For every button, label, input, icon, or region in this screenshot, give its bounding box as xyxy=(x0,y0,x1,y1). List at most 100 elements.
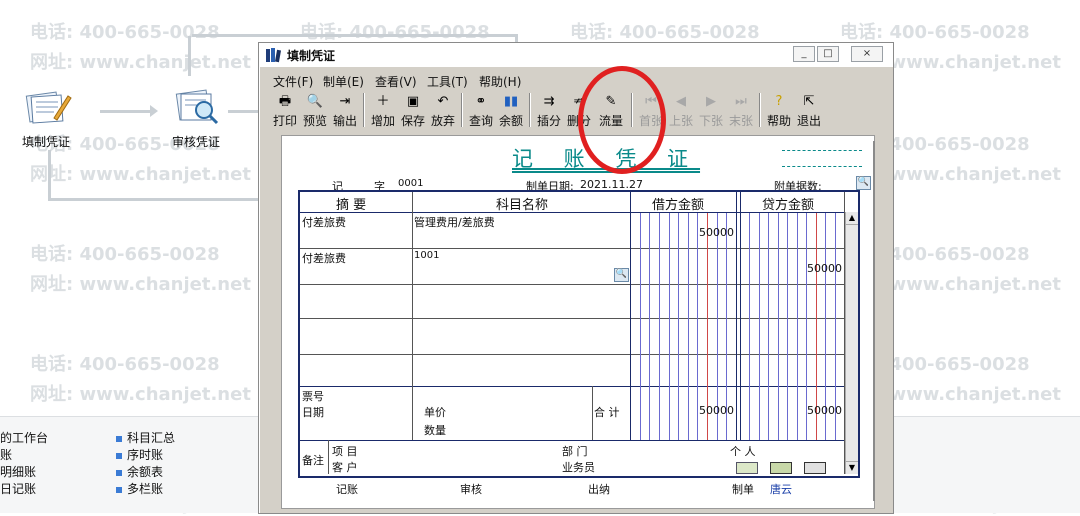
quantity-label: 数量 xyxy=(424,424,446,437)
nav-link-balance[interactable]: 余额表 xyxy=(116,463,163,480)
add-button[interactable]: ＋ 增加 xyxy=(369,91,397,129)
grid-line xyxy=(300,248,844,249)
menu-voucher[interactable]: 制单(E) xyxy=(323,73,364,90)
cashier-label: 出纳 xyxy=(588,483,610,496)
row1-account[interactable]: 管理费用/差旅费 xyxy=(414,214,495,230)
print-button[interactable]: 🖶 打印 xyxy=(271,91,299,129)
customer-label: 客 户 xyxy=(332,461,358,474)
export-button[interactable]: ⇥ 输出 xyxy=(331,91,359,129)
card-icon[interactable] xyxy=(770,462,792,474)
insert-row-button[interactable]: ⇉ 插分 xyxy=(535,91,563,129)
grid-line xyxy=(300,440,844,441)
individual-label: 个 人 xyxy=(730,445,756,458)
restore-button[interactable]: □ xyxy=(817,46,839,62)
nav-link-label: 余额表 xyxy=(127,465,164,479)
exit-icon: ⇱ xyxy=(803,94,815,109)
row1-debit[interactable]: 50000 xyxy=(680,226,734,239)
window-titlebar[interactable]: 填制凭证 _ □ × xyxy=(259,43,893,67)
digit-column-line xyxy=(749,213,751,440)
nav-link-workbench[interactable]: 的工作台 xyxy=(0,429,48,446)
grid-line xyxy=(740,192,741,440)
exit-button[interactable]: ⇱ 退出 xyxy=(795,91,823,129)
highlight-circle xyxy=(578,66,666,174)
discard-button[interactable]: ↶ 放弃 xyxy=(429,91,457,129)
save-button[interactable]: ▣ 保存 xyxy=(399,91,427,129)
ticket-date-label: 日期 xyxy=(302,406,324,419)
row2-credit[interactable]: 50000 xyxy=(788,262,842,275)
menu-bar: 文件(F) 制单(E) 查看(V) 工具(T) 帮助(H) xyxy=(265,71,885,89)
last-icon: ⏭ xyxy=(735,94,747,109)
nav-link-label: 序时账 xyxy=(127,448,164,462)
bullet-icon xyxy=(116,486,122,493)
attachments-lookup-icon[interactable]: 🔍 xyxy=(856,176,871,190)
header-account: 科目名称 xyxy=(496,198,549,213)
grid-line xyxy=(412,192,413,440)
toolbar-separator xyxy=(461,93,463,127)
voucher-entry-icon[interactable] xyxy=(24,88,72,128)
scroll-up-icon[interactable]: ▲ xyxy=(846,212,858,225)
digit-column-line xyxy=(758,213,760,440)
title-decoration xyxy=(782,150,862,151)
flow-connector xyxy=(192,34,518,37)
toolbar-label: 末张 xyxy=(728,114,753,128)
next-voucher-button[interactable]: ▶ 下张 xyxy=(697,91,725,129)
maker-name: 唐云 xyxy=(770,483,792,496)
watermark-site: 网址: www.chanjet.net xyxy=(30,274,251,295)
prev-voucher-button[interactable]: ◀ 上张 xyxy=(667,91,695,129)
vertical-scrollbar[interactable]: ▲ ▼ xyxy=(845,212,858,474)
nav-link-multi-column[interactable]: 多栏账 xyxy=(116,480,163,497)
nav-link-account-summary[interactable]: 科目汇总 xyxy=(116,429,175,446)
nav-link-detail-ledger[interactable]: 明细账 xyxy=(0,463,36,480)
watermark-phone: 电话: 400-665-0028 xyxy=(30,244,220,265)
watermark-phone: 电话: 400-665-0028 xyxy=(840,22,1030,43)
flow-step-entry[interactable]: 填制凭证 xyxy=(22,133,70,150)
row2-account[interactable]: 1001 xyxy=(414,250,439,261)
header-credit: 贷方金额 xyxy=(762,198,815,213)
nav-link-journal[interactable]: 日记账 xyxy=(0,480,36,497)
voucher-review-icon[interactable] xyxy=(172,86,220,126)
nav-link-chronological[interactable]: 序时账 xyxy=(116,446,163,463)
bookkeeping-label: 记账 xyxy=(336,483,358,496)
preview-icon: 🔍 xyxy=(306,94,324,109)
grid-line xyxy=(630,192,631,440)
nav-link-ledger[interactable]: 账 xyxy=(0,446,12,463)
menu-file[interactable]: 文件(F) xyxy=(273,73,313,90)
flow-connector xyxy=(48,150,51,200)
scroll-down-icon[interactable]: ▼ xyxy=(846,461,858,474)
prev-icon: ◀ xyxy=(676,94,686,109)
preview-button[interactable]: 🔍 预览 xyxy=(301,91,329,129)
watermark-site: 网址: www.chanjet.net xyxy=(30,52,251,73)
help-button[interactable]: ? 帮助 xyxy=(765,91,793,129)
toolbar-label: 下张 xyxy=(698,114,723,128)
flow-step-review[interactable]: 审核凭证 xyxy=(172,133,220,150)
query-button[interactable]: ⚭ 查询 xyxy=(467,91,495,129)
close-button[interactable]: × xyxy=(851,46,883,62)
export-icon: ⇥ xyxy=(339,94,351,109)
last-voucher-button[interactable]: ⏭ 末张 xyxy=(727,91,755,129)
flow-connector xyxy=(48,198,260,201)
card-icon[interactable] xyxy=(736,462,758,474)
balance-button[interactable]: ▮▮ 余额 xyxy=(497,91,525,129)
row2-summary[interactable]: 付差旅费 xyxy=(302,250,346,266)
toolbar-label: 增加 xyxy=(370,114,395,128)
bullet-icon xyxy=(116,452,122,459)
save-icon: ▣ xyxy=(406,94,420,109)
minimize-button[interactable]: _ xyxy=(793,46,815,62)
menu-help[interactable]: 帮助(H) xyxy=(479,73,521,90)
department-label: 部 门 xyxy=(562,445,588,458)
card-icon[interactable] xyxy=(804,462,826,474)
next-icon: ▶ xyxy=(706,94,716,109)
digit-column-line xyxy=(668,213,670,440)
voucher-number[interactable]: 0001 xyxy=(398,178,423,189)
row1-summary[interactable]: 付差旅费 xyxy=(302,214,346,230)
digit-column-line xyxy=(649,213,651,440)
account-lookup-icon[interactable]: 🔍 xyxy=(614,268,629,282)
toolbar-label: 放弃 xyxy=(430,114,455,128)
toolbar-label: 输出 xyxy=(332,114,357,128)
menu-tools[interactable]: 工具(T) xyxy=(427,73,468,90)
grid-line xyxy=(300,386,844,387)
toolbar-separator xyxy=(363,93,365,127)
unit-price-label: 单价 xyxy=(424,406,446,419)
toolbar-label: 上张 xyxy=(668,114,693,128)
menu-view[interactable]: 查看(V) xyxy=(375,73,417,90)
